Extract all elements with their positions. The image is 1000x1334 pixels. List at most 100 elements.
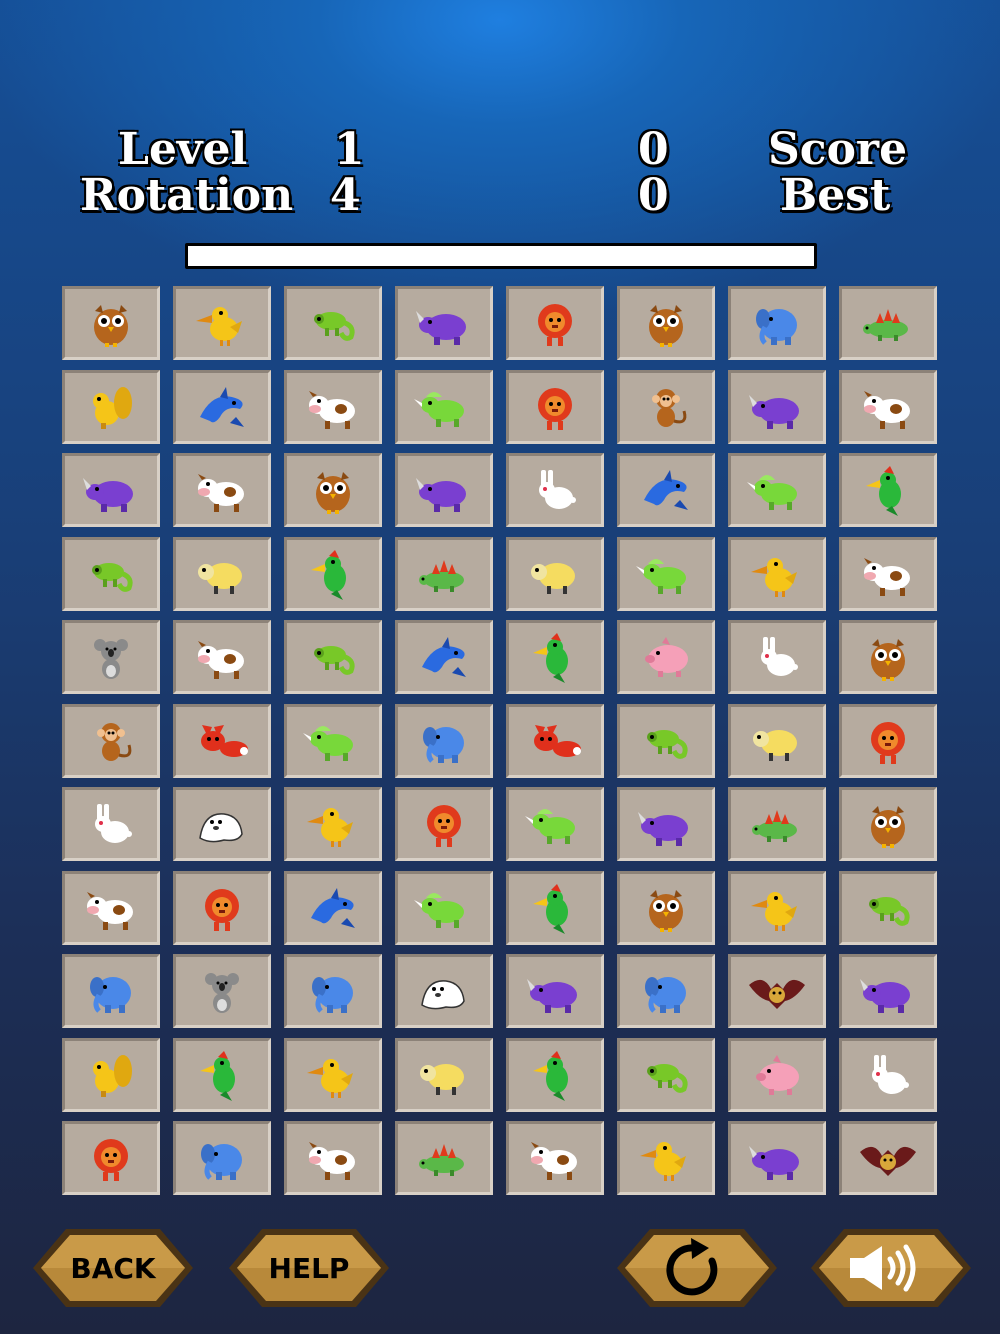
rhino-icon — [749, 1146, 799, 1180]
tile[interactable] — [839, 704, 937, 778]
tile[interactable] — [173, 620, 271, 694]
tile[interactable] — [395, 1038, 493, 1112]
tile[interactable] — [284, 286, 382, 360]
tile[interactable] — [506, 954, 604, 1028]
tile[interactable] — [395, 537, 493, 611]
tile[interactable] — [173, 286, 271, 360]
tile[interactable] — [617, 453, 715, 527]
tile[interactable] — [62, 537, 160, 611]
tile[interactable] — [728, 286, 826, 360]
tile[interactable] — [62, 871, 160, 945]
tile[interactable] — [506, 1038, 604, 1112]
tile[interactable] — [728, 787, 826, 861]
tile[interactable] — [839, 620, 937, 694]
tile[interactable] — [617, 1121, 715, 1195]
restart-button[interactable] — [614, 1226, 780, 1310]
tile[interactable] — [839, 787, 937, 861]
tile[interactable] — [284, 954, 382, 1028]
pelican-icon — [640, 1142, 686, 1181]
tile[interactable] — [728, 1038, 826, 1112]
tile[interactable] — [617, 286, 715, 360]
tile[interactable] — [617, 1038, 715, 1112]
tile[interactable] — [617, 954, 715, 1028]
tile[interactable] — [284, 537, 382, 611]
tile[interactable] — [728, 620, 826, 694]
tile[interactable] — [395, 704, 493, 778]
tile[interactable] — [728, 871, 826, 945]
tile[interactable] — [62, 1038, 160, 1112]
tile[interactable] — [395, 1121, 493, 1195]
tile[interactable] — [62, 787, 160, 861]
tile[interactable] — [395, 620, 493, 694]
tile[interactable] — [62, 1121, 160, 1195]
tile[interactable] — [839, 286, 937, 360]
tile[interactable] — [284, 787, 382, 861]
tile[interactable] — [506, 620, 604, 694]
tile[interactable] — [506, 787, 604, 861]
tile[interactable] — [395, 370, 493, 444]
tile[interactable] — [395, 453, 493, 527]
tile[interactable] — [728, 954, 826, 1028]
tile[interactable] — [395, 871, 493, 945]
tile[interactable] — [617, 871, 715, 945]
tile[interactable] — [284, 620, 382, 694]
tile[interactable] — [173, 787, 271, 861]
fox-icon — [534, 725, 581, 757]
tile[interactable] — [62, 954, 160, 1028]
tile[interactable] — [617, 787, 715, 861]
tile[interactable] — [506, 537, 604, 611]
tile[interactable] — [62, 704, 160, 778]
tile[interactable] — [506, 286, 604, 360]
speaker-sound-on-icon — [850, 1244, 916, 1292]
tile[interactable] — [62, 453, 160, 527]
tile[interactable] — [284, 453, 382, 527]
tile[interactable] — [617, 537, 715, 611]
tile[interactable] — [728, 370, 826, 444]
tile[interactable] — [839, 1121, 937, 1195]
tile[interactable] — [728, 537, 826, 611]
tile[interactable] — [173, 954, 271, 1028]
tile[interactable] — [395, 954, 493, 1028]
tile[interactable] — [284, 871, 382, 945]
tile[interactable] — [173, 370, 271, 444]
tile[interactable] — [728, 453, 826, 527]
tile[interactable] — [506, 704, 604, 778]
tile[interactable] — [506, 1121, 604, 1195]
tile[interactable] — [839, 871, 937, 945]
tile[interactable] — [284, 704, 382, 778]
tile[interactable] — [173, 1038, 271, 1112]
tile[interactable] — [506, 871, 604, 945]
cow-icon — [198, 474, 244, 512]
tile[interactable] — [284, 1038, 382, 1112]
tile[interactable] — [617, 704, 715, 778]
tile[interactable] — [62, 370, 160, 444]
tile[interactable] — [506, 453, 604, 527]
tile[interactable] — [173, 1121, 271, 1195]
tile[interactable] — [284, 1121, 382, 1195]
tile[interactable] — [839, 453, 937, 527]
tile[interactable] — [395, 286, 493, 360]
sound-toggle-button[interactable] — [808, 1226, 974, 1310]
lion-icon — [94, 1139, 128, 1181]
tile[interactable] — [839, 954, 937, 1028]
tile[interactable] — [728, 1121, 826, 1195]
tile[interactable] — [728, 704, 826, 778]
tile[interactable] — [839, 370, 937, 444]
tile[interactable] — [173, 871, 271, 945]
tile[interactable] — [617, 370, 715, 444]
tile[interactable] — [617, 620, 715, 694]
tile[interactable] — [284, 370, 382, 444]
tile[interactable] — [62, 620, 160, 694]
tile[interactable] — [173, 453, 271, 527]
tile[interactable] — [395, 787, 493, 861]
koala-icon — [205, 973, 239, 1013]
tile[interactable] — [173, 704, 271, 778]
tile[interactable] — [506, 370, 604, 444]
help-label: HELP — [268, 1251, 350, 1285]
tile[interactable] — [839, 537, 937, 611]
tile[interactable] — [839, 1038, 937, 1112]
tile[interactable] — [173, 537, 271, 611]
tile[interactable] — [62, 286, 160, 360]
help-button[interactable]: HELP — [226, 1226, 392, 1310]
back-button[interactable]: BACK — [30, 1226, 196, 1310]
